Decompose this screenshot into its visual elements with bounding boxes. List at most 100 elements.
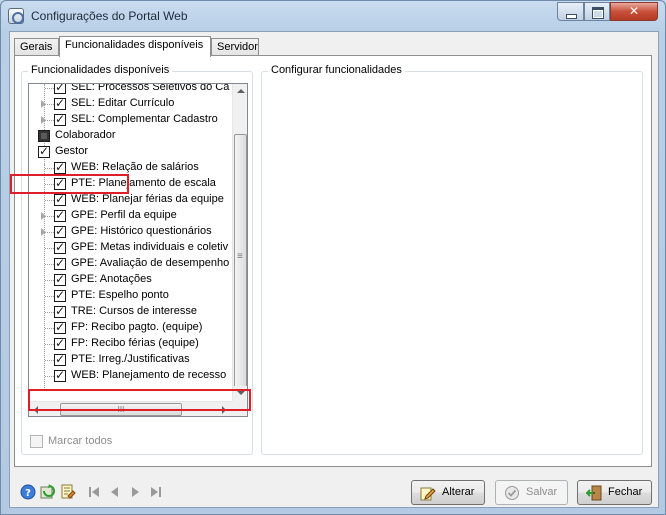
tree-item[interactable]: GPE: Histórico questionários <box>29 224 232 240</box>
vertical-scroll-thumb[interactable] <box>234 134 247 389</box>
tree-connector <box>45 232 54 233</box>
fechar-button[interactable]: Fechar <box>577 480 652 505</box>
tree-item[interactable]: WEB: Planejamento de recesso <box>29 368 232 384</box>
tree-item-checkbox[interactable] <box>54 208 66 222</box>
tree-item[interactable]: PTE: Espelho ponto <box>29 288 232 304</box>
tree-item-checkbox[interactable] <box>54 320 66 334</box>
tree-connector <box>45 328 54 329</box>
tree-connector <box>45 360 54 361</box>
last-record-icon[interactable] <box>150 486 162 498</box>
configure-features-group: Configurar funcionalidades <box>261 64 643 455</box>
tree-item-checkbox[interactable] <box>54 288 66 302</box>
features-tree[interactable]: SEL: Processos Seletivos do Ca SEL: Edita… <box>28 83 248 417</box>
tree-connector <box>45 280 54 281</box>
expand-arrow-icon[interactable] <box>41 228 46 236</box>
tree-item-label: FP: Recibo pagto. (equipe) <box>71 321 203 333</box>
dialog-client: Gerais Funcionalidades disponíveis Servi… <box>9 31 659 508</box>
tree-item-checkbox[interactable] <box>54 224 66 238</box>
tree-item[interactable]: GPE: Avaliação de desempenho <box>29 256 232 272</box>
tree-item[interactable]: SEL: Complementar Cadastro <box>29 112 232 128</box>
tree-connector <box>45 376 54 377</box>
arrow-up-icon <box>237 89 245 93</box>
tree-item-checkbox[interactable] <box>54 160 66 174</box>
tree-item-checkbox[interactable] <box>38 130 50 142</box>
help-icon[interactable]: ? <box>20 484 36 500</box>
select-all-box[interactable] <box>30 435 43 448</box>
tree-item[interactable]: GPE: Anotações <box>29 272 232 288</box>
tree-connector <box>45 264 54 265</box>
title-bar[interactable]: Configurações do Portal Web <box>1 1 665 31</box>
tree-item[interactable]: SEL: Processos Seletivos do Ca <box>29 84 232 96</box>
maximize-button[interactable] <box>584 2 610 21</box>
tree-item-checkbox[interactable] <box>54 352 66 366</box>
tree-item-label: FP: Recibo férias (equipe) <box>71 337 199 349</box>
tree-item-label: Colaborador <box>55 129 116 141</box>
tree-item[interactable]: PTE: Irreg./Justificativas <box>29 352 232 368</box>
tree-item-checkbox[interactable] <box>38 144 50 158</box>
tree-item-label: TRE: Cursos de interesse <box>71 305 197 317</box>
tree-item-label: PTE: Espelho ponto <box>71 289 169 301</box>
tab-funcionalidades[interactable]: Funcionalidades disponíveis <box>59 36 211 57</box>
tree-vertical-scrollbar[interactable] <box>232 84 247 401</box>
alterar-label: Alterar <box>442 486 475 498</box>
tree-item[interactable]: TRE: Cursos de interesse <box>29 304 232 320</box>
tree-item-label: GPE: Avaliação de desempenho <box>71 257 230 269</box>
exit-door-icon <box>586 485 602 501</box>
tree-connector <box>45 168 54 169</box>
tree-item-label: GPE: Histórico questionários <box>71 225 212 237</box>
close-window-button[interactable] <box>610 2 658 21</box>
previous-record-icon[interactable] <box>108 486 120 498</box>
expand-arrow-icon[interactable] <box>41 116 46 124</box>
salvar-label: Salvar <box>526 486 558 498</box>
refresh-icon[interactable] <box>40 484 56 500</box>
tree-item-label: GPE: Anotações <box>71 273 152 285</box>
next-record-icon[interactable] <box>130 486 142 498</box>
tree-item-label: WEB: Planejar férias da equipe <box>71 193 224 205</box>
tree-item-label: WEB: Planejamento de recesso <box>71 369 227 381</box>
tree-item[interactable]: Colaborador <box>29 128 232 144</box>
tree-connector <box>45 344 54 345</box>
tree-item-checkbox[interactable] <box>54 84 66 94</box>
tree-item-label: PTE: Irreg./Justificativas <box>71 353 190 365</box>
tree-item-checkbox[interactable] <box>54 96 66 110</box>
tree-connector <box>45 88 54 89</box>
first-record-icon[interactable] <box>88 486 100 498</box>
scroll-up-button[interactable] <box>233 84 247 99</box>
tree-item[interactable]: GPE: Metas individuais e coletiv <box>29 240 232 256</box>
tree-item-checkbox[interactable] <box>54 336 66 350</box>
tree-item-checkbox[interactable] <box>54 256 66 270</box>
minimize-button[interactable] <box>557 2 584 21</box>
tree-item-checkbox[interactable] <box>54 272 66 286</box>
tree-connector <box>45 216 54 217</box>
tree-item-label: GPE: Metas individuais e coletiv <box>71 241 229 253</box>
tab-servidor[interactable]: Servidor <box>211 38 259 56</box>
tree-item-checkbox[interactable] <box>54 192 66 206</box>
alterar-button[interactable]: Alterar <box>411 480 485 505</box>
tree-item-label: WEB: Relação de salários <box>71 161 199 173</box>
tree-item[interactable]: GPE: Perfil da equipe <box>29 208 232 224</box>
tree-connector <box>45 200 54 201</box>
configure-features-title: Configurar funcionalidades <box>268 64 405 76</box>
tree-item-checkbox[interactable] <box>54 368 66 382</box>
tree-item-checkbox[interactable] <box>54 304 66 318</box>
tree-connector <box>45 104 54 105</box>
tree-connector <box>45 248 54 249</box>
tree-item[interactable]: FP: Recibo pagto. (equipe) <box>29 320 232 336</box>
tree-item[interactable]: WEB: Planejar férias da equipe <box>29 192 232 208</box>
tree-item[interactable]: FP: Recibo férias (equipe) <box>29 336 232 352</box>
app-icon <box>8 8 24 24</box>
tree-item-label: SEL: Editar Currículo <box>71 97 175 109</box>
edit-list-icon[interactable] <box>60 484 76 500</box>
tree-item[interactable]: SEL: Editar Currículo <box>29 96 232 112</box>
tree-item-checkbox[interactable] <box>54 112 66 126</box>
tree-item-label: Gestor <box>55 145 89 157</box>
salvar-button[interactable]: Salvar <box>495 480 568 505</box>
tree-item[interactable]: Gestor <box>29 144 232 160</box>
tab-gerais[interactable]: Gerais <box>14 38 59 56</box>
tree-item-checkbox[interactable] <box>54 240 66 254</box>
expand-arrow-icon[interactable] <box>41 100 46 108</box>
expand-arrow-icon[interactable] <box>41 212 46 220</box>
tree-connector <box>45 312 54 313</box>
edit-pencil-icon <box>420 487 436 501</box>
fechar-label: Fechar <box>608 486 643 498</box>
